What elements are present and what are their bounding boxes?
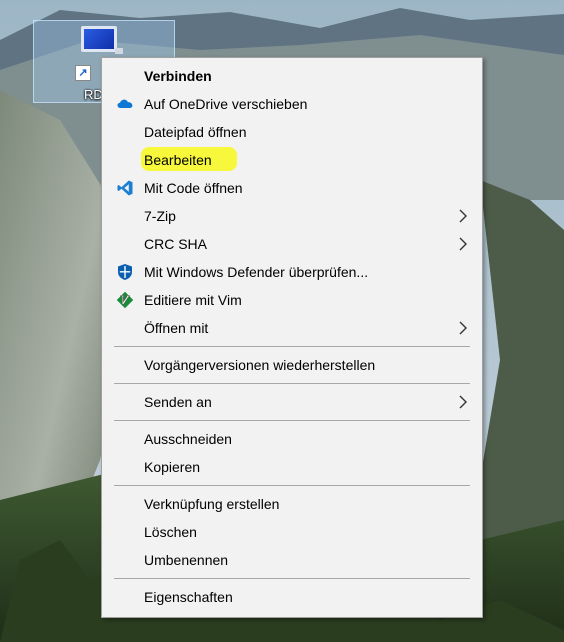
menu-item-oeffnen-mit[interactable]: Öffnen mit — [104, 315, 480, 341]
menu-item-label: Eigenschaften — [144, 589, 233, 605]
vim-icon — [116, 291, 134, 309]
menu-item-label: 7-Zip — [144, 208, 176, 224]
menu-separator — [114, 420, 470, 421]
menu-item-crc-sha[interactable]: CRC SHA — [104, 231, 480, 257]
menu-item-label: CRC SHA — [144, 236, 208, 252]
menu-item-label: Kopieren — [144, 459, 201, 475]
menu-item-label: Vorgängerversionen wiederherstellen — [144, 357, 376, 373]
remote-desktop-monitor-icon — [81, 26, 117, 52]
menu-separator — [114, 578, 470, 579]
chevron-right-icon — [458, 394, 468, 410]
menu-item-label: Verbinden — [144, 68, 212, 84]
menu-item-label: Auf OneDrive verschieben — [144, 96, 308, 112]
menu-item-label: Löschen — [144, 524, 197, 540]
menu-item-label: Mit Code öffnen — [144, 180, 243, 196]
menu-item-vorgaengerversionen[interactable]: Vorgängerversionen wiederherstellen — [104, 352, 480, 378]
vscode-icon — [116, 179, 134, 197]
menu-item-label: Öffnen mit — [144, 320, 209, 336]
menu-item-label: Dateipfad öffnen — [144, 124, 247, 140]
menu-item-ausschneiden[interactable]: Ausschneiden — [104, 426, 480, 452]
menu-item-windows-defender[interactable]: Mit Windows Defender überprüfen... — [104, 259, 480, 285]
menu-item-label: Umbenennen — [144, 552, 229, 568]
menu-item-label: Bearbeiten — [144, 152, 212, 168]
menu-item-kopieren[interactable]: Kopieren — [104, 454, 480, 480]
chevron-right-icon — [458, 320, 468, 336]
shortcut-label: RD — [84, 87, 103, 102]
menu-separator — [114, 383, 470, 384]
menu-item-label: Senden an — [144, 394, 212, 410]
menu-item-eigenschaften[interactable]: Eigenschaften — [104, 584, 480, 610]
menu-item-dateipfad-oeffnen[interactable]: Dateipfad öffnen — [104, 119, 480, 145]
menu-item-mit-code-oeffnen[interactable]: Mit Code öffnen — [104, 175, 480, 201]
menu-item-label: Editiere mit Vim — [144, 292, 242, 308]
menu-item-senden-an[interactable]: Senden an — [104, 389, 480, 415]
menu-item-onedrive[interactable]: Auf OneDrive verschieben — [104, 91, 480, 117]
menu-item-verbinden[interactable]: Verbinden — [104, 63, 480, 89]
menu-item-7zip[interactable]: 7-Zip — [104, 203, 480, 229]
menu-item-editiere-mit-vim[interactable]: Editiere mit Vim — [104, 287, 480, 313]
menu-separator — [114, 346, 470, 347]
menu-item-bearbeiten[interactable]: Bearbeiten — [104, 147, 480, 173]
context-menu: Verbinden Auf OneDrive verschieben Datei… — [101, 57, 483, 618]
shortcut-arrow-icon: ↗ — [75, 65, 91, 81]
menu-item-umbenennen[interactable]: Umbenennen — [104, 547, 480, 573]
onedrive-cloud-icon — [116, 95, 134, 113]
monitor-stand — [115, 48, 123, 54]
menu-item-label: Mit Windows Defender überprüfen... — [144, 264, 369, 280]
chevron-right-icon — [458, 208, 468, 224]
menu-item-label: Verknüpfung erstellen — [144, 496, 280, 512]
menu-item-verknuepfung-erstellen[interactable]: Verknüpfung erstellen — [104, 491, 480, 517]
menu-item-loeschen[interactable]: Löschen — [104, 519, 480, 545]
chevron-right-icon — [458, 236, 468, 252]
windows-defender-shield-icon — [116, 263, 134, 281]
menu-separator — [114, 485, 470, 486]
menu-item-label: Ausschneiden — [144, 431, 232, 447]
